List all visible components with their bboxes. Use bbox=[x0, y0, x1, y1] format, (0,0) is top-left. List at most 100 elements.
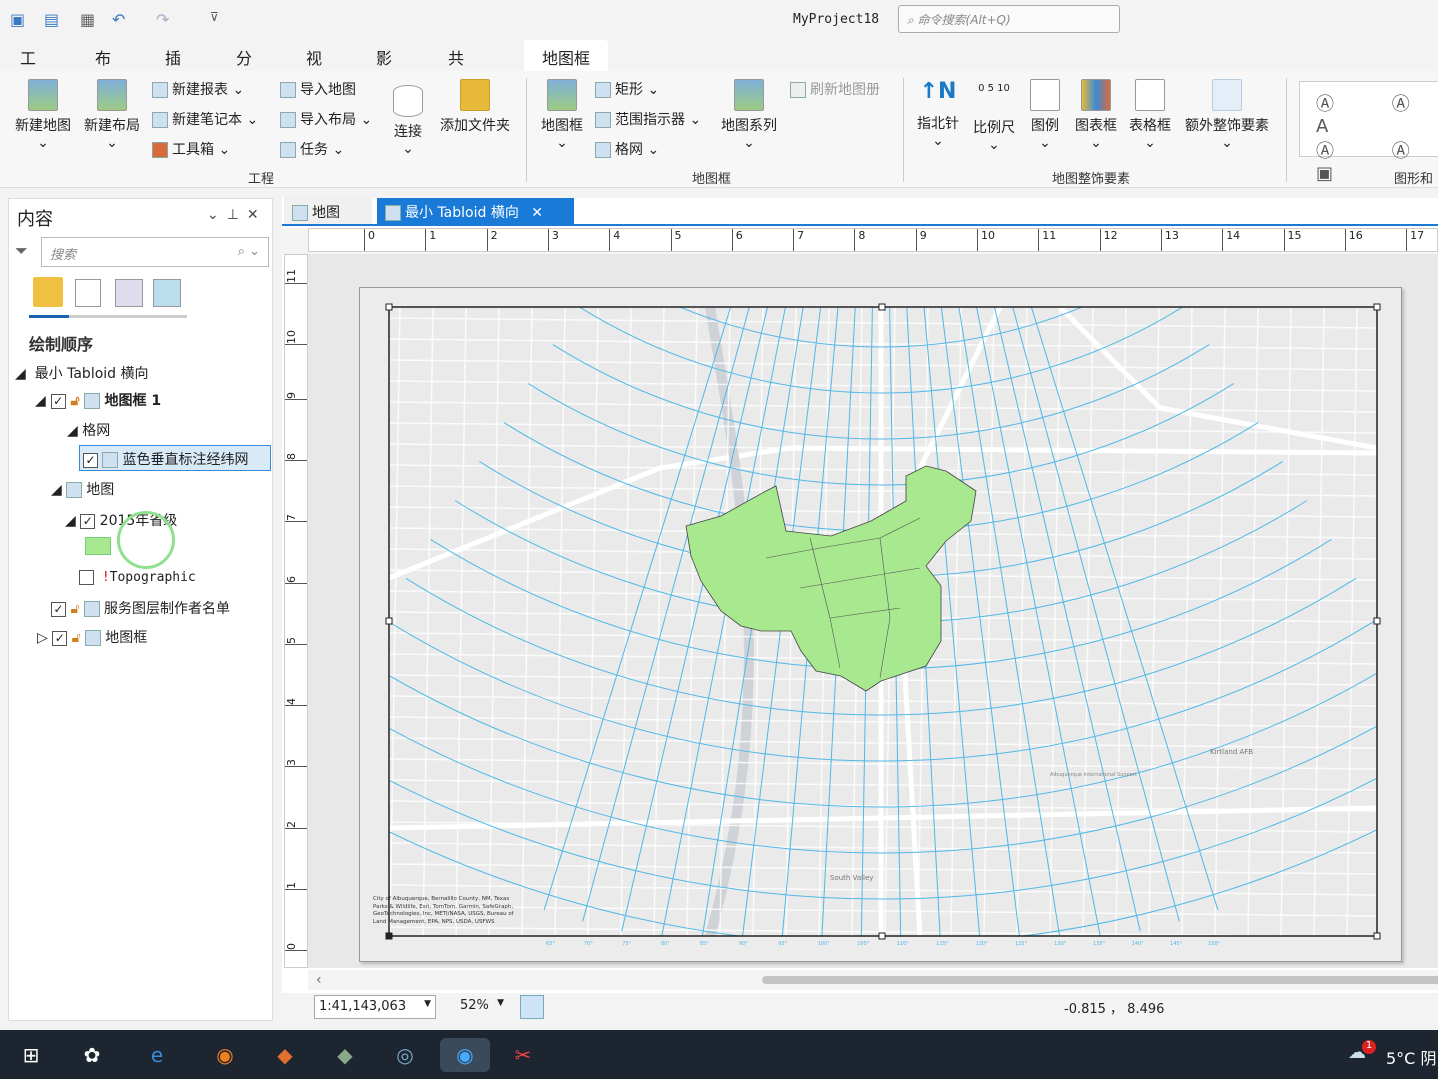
scale-selector[interactable]: 1:41,143,063 ▼ bbox=[314, 995, 436, 1019]
map-series-button[interactable]: 地图系列 ⌄ bbox=[718, 79, 780, 151]
import-map-icon bbox=[280, 82, 296, 98]
refresh-atlas-button[interactable]: 刷新地图册 bbox=[790, 79, 880, 99]
checkbox[interactable]: ✓ bbox=[52, 630, 68, 646]
snapping-icon[interactable] bbox=[153, 279, 181, 307]
checkbox[interactable]: ✓ bbox=[50, 393, 66, 409]
chart-frame-button[interactable]: 图表框 ⌄ bbox=[1072, 79, 1120, 151]
tree-blue-graticule[interactable]: ✓ 蓝色垂直标注经纬网 bbox=[79, 445, 271, 471]
start-icon[interactable]: ⊞ bbox=[14, 1038, 48, 1072]
zoom-selector[interactable]: 52% ▼ bbox=[454, 995, 508, 1019]
scale-bar-button[interactable]: 0 5 10 比例尺 ⌄ bbox=[970, 79, 1018, 153]
save-icon[interactable]: ▦ bbox=[80, 10, 95, 29]
ruler-tick-label: 3 bbox=[547, 229, 559, 251]
graticule-label: 85° bbox=[700, 941, 709, 947]
tree-map[interactable]: ◢ 地图 bbox=[51, 479, 114, 499]
pane-controls[interactable]: ⌄⊥✕ bbox=[207, 207, 267, 223]
new-project-icon[interactable]: ▣ bbox=[10, 10, 25, 29]
group-label-map-frame: 地图框 bbox=[692, 172, 732, 187]
grid-button[interactable]: 格网 ⌄ bbox=[595, 139, 659, 159]
tree-map-frame[interactable]: ▷ ✓ 🔓︎ 地图框 bbox=[37, 627, 147, 647]
import-layout-button[interactable]: 导入布局 ⌄ bbox=[280, 109, 372, 129]
map-icon bbox=[292, 205, 308, 221]
tree-layout[interactable]: ◢ 最小 Tabloid 横向 bbox=[15, 363, 149, 383]
import-map-button[interactable]: 导入地图 bbox=[280, 79, 356, 99]
weather-badge: 1 bbox=[1362, 1040, 1376, 1054]
map-frame[interactable]: Kirtland AFB South Valley Albuquerque In… bbox=[360, 288, 1403, 963]
filter-icon[interactable]: ⏷ bbox=[15, 241, 28, 261]
extent-indicator-button[interactable]: 范围指示器 ⌄ bbox=[595, 109, 701, 129]
north-arrow-button[interactable]: ↑N 指北针 ⌄ bbox=[915, 79, 961, 149]
box-app-icon[interactable]: ◆ bbox=[268, 1038, 302, 1072]
ruler-tick-label: 14 bbox=[1222, 229, 1240, 251]
new-report-button[interactable]: 新建报表 ⌄ bbox=[152, 79, 244, 99]
weather-text: 5°C 阴 bbox=[1386, 1049, 1437, 1068]
label: 添加文件夹 bbox=[440, 118, 510, 134]
close-icon[interactable]: ✕ bbox=[531, 205, 543, 221]
legend-button[interactable]: 图例 ⌄ bbox=[1028, 79, 1062, 151]
zoom-value: 52% bbox=[460, 998, 489, 1013]
lock-icon[interactable]: 🔓︎ bbox=[70, 601, 79, 617]
tree-map-frame-1[interactable]: ◢ ✓ 🔓︎ 地图框 1 bbox=[35, 390, 161, 410]
label: 地图 bbox=[312, 205, 340, 221]
open-icon[interactable]: ▤ bbox=[44, 10, 59, 29]
add-folder-button[interactable]: 添加文件夹 bbox=[437, 79, 513, 135]
scroll-thumb[interactable] bbox=[762, 976, 1438, 984]
folder-icon bbox=[460, 79, 490, 111]
lock-icon[interactable]: 🔓︎ bbox=[71, 393, 80, 409]
ie-icon[interactable]: e bbox=[140, 1038, 174, 1072]
cube-app-icon[interactable]: ◆ bbox=[328, 1038, 362, 1072]
grid-snap-toggle[interactable] bbox=[520, 995, 544, 1019]
ruler-tick-label: 2 bbox=[486, 229, 498, 251]
task-button[interactable]: 任务 ⌄ bbox=[280, 139, 344, 159]
ribbon: 新建地图 ⌄ 新建布局 ⌄ 新建报表 ⌄ 新建笔记本 ⌄ 工具箱 ⌄ 导入地图 导入… bbox=[0, 71, 1438, 188]
connect-button[interactable]: 连接 ⌄ bbox=[390, 85, 426, 157]
redo-icon[interactable]: ↷ bbox=[156, 10, 169, 29]
legend-icon bbox=[1030, 79, 1060, 111]
drawing-order-icon[interactable] bbox=[33, 277, 63, 307]
warning-icon: ! bbox=[101, 570, 110, 585]
doc-tab-layout[interactable]: 最小 Tabloid 横向 ✕ bbox=[377, 198, 574, 224]
blender-icon[interactable]: ◉ bbox=[208, 1038, 242, 1072]
checkbox[interactable] bbox=[79, 570, 94, 585]
ruler-tick-label: 6 bbox=[731, 229, 743, 251]
app-icon-pinwheel[interactable]: ✿ bbox=[75, 1038, 109, 1072]
command-search-input[interactable]: ⌕ 命令搜索(Alt+Q) bbox=[898, 5, 1120, 33]
page[interactable]: Kirtland AFB South Valley Albuquerque In… bbox=[359, 287, 1402, 962]
symbol-swatch[interactable] bbox=[85, 537, 111, 555]
new-notebook-button[interactable]: 新建笔记本 ⌄ bbox=[152, 109, 258, 129]
ruler-tick-label: 0 bbox=[364, 229, 375, 251]
tree-topographic[interactable]: !Topographic bbox=[79, 570, 196, 585]
ruler-tick-label: 5 bbox=[285, 636, 307, 645]
customize-icon[interactable]: ⊽ bbox=[210, 10, 219, 24]
checkbox[interactable]: ✓ bbox=[51, 601, 66, 617]
toolbox-button[interactable]: 工具箱 ⌄ bbox=[152, 139, 230, 159]
scroll-left-icon[interactable]: ‹ bbox=[316, 972, 322, 988]
graphics-gallery[interactable]: Ⓐ Ⓐ A Ⓐ Ⓐ ▣ bbox=[1299, 81, 1438, 184]
editing-icon[interactable] bbox=[115, 279, 143, 307]
tree-grid[interactable]: ◢ 格网 bbox=[67, 420, 110, 440]
table-frame-button[interactable]: 表格框 ⌄ bbox=[1126, 79, 1174, 151]
contents-search-input[interactable]: 搜索 ⌕ ⌄ bbox=[41, 237, 269, 267]
undo-icon[interactable]: ↶ bbox=[112, 10, 125, 29]
doc-tab-map[interactable]: 地图 bbox=[284, 198, 372, 224]
arcgis-active-icon[interactable]: ◉ bbox=[440, 1038, 490, 1072]
selection-icon[interactable] bbox=[75, 279, 101, 307]
tab-map-frame[interactable]: 地图框 bbox=[524, 40, 608, 71]
ruler-tick-label: 13 bbox=[1160, 229, 1179, 251]
graticule-label: 115° bbox=[936, 941, 949, 947]
new-layout-button[interactable]: 新建布局 ⌄ bbox=[81, 79, 143, 151]
grid-icon bbox=[595, 142, 611, 158]
checkbox[interactable]: ✓ bbox=[83, 452, 98, 468]
map-frame-button[interactable]: 地图框 ⌄ bbox=[538, 79, 586, 151]
rectangle-button[interactable]: 矩形 ⌄ bbox=[595, 79, 659, 99]
snip-tool-icon[interactable]: ✂ bbox=[506, 1038, 540, 1072]
new-map-button[interactable]: 新建地图 ⌄ bbox=[12, 79, 74, 151]
label: 地图系列 bbox=[721, 118, 777, 134]
tree-credits[interactable]: ✓ 🔓︎ 服务图层制作者名单 bbox=[51, 598, 230, 618]
lock-icon[interactable]: 🔓︎ bbox=[72, 630, 81, 646]
checkbox[interactable]: ✓ bbox=[80, 513, 96, 529]
ruler-tick-label: 1 bbox=[425, 229, 436, 251]
extra-surrounds-button[interactable]: 额外整饰要素 ⌄ bbox=[1181, 79, 1273, 151]
arcgis-pro-icon[interactable]: ◎ bbox=[388, 1038, 422, 1072]
horizontal-scrollbar[interactable]: ‹ bbox=[308, 970, 1438, 990]
